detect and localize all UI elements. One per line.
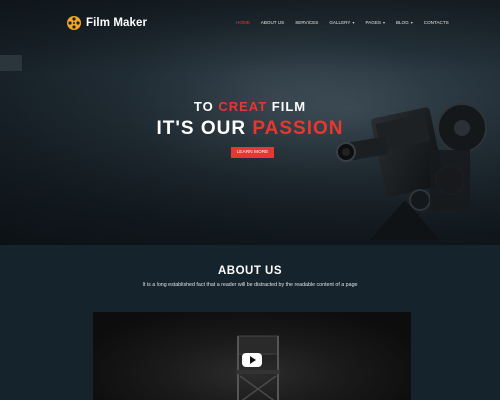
about-title: ABOUT US bbox=[217, 265, 283, 277]
nav-services[interactable]: SERVICES bbox=[295, 20, 318, 25]
chevron-down-icon: ▾ bbox=[410, 20, 413, 25]
play-icon bbox=[250, 356, 256, 364]
hero-title: IT'S OUR PASSION bbox=[0, 118, 500, 140]
nav-label: CONTACTS bbox=[423, 20, 449, 25]
chevron-down-icon: ▾ bbox=[382, 20, 385, 25]
hero-subtitle: TO CREAT FILM bbox=[0, 99, 500, 114]
nav-blog[interactable]: BLOG ▾ bbox=[396, 20, 413, 25]
hero-subtitle-post: FILM bbox=[267, 99, 307, 114]
nav-about-us[interactable]: ABOUT US bbox=[261, 20, 284, 25]
nav-contacts[interactable]: CONTACTS bbox=[424, 20, 449, 25]
hero-title-accent: PASSION bbox=[252, 118, 344, 139]
nav-label: PAGES bbox=[365, 20, 381, 25]
nav-label: GALLERY bbox=[329, 20, 351, 25]
nav-label: BLOG bbox=[395, 20, 409, 25]
hero-title-pre: IT'S OUR bbox=[156, 118, 253, 139]
hero-subtitle-pre: TO bbox=[193, 99, 219, 114]
nav-gallery[interactable]: GALLERY ▾ bbox=[329, 20, 354, 25]
hero-section: Film Maker HOME ABOUT US SERVICES GALLER… bbox=[0, 0, 500, 245]
logo-text: Film Maker bbox=[86, 17, 148, 29]
side-tab[interactable] bbox=[0, 55, 22, 71]
main-nav: HOME ABOUT US SERVICES GALLERY ▾ PAGES ▾ B… bbox=[236, 20, 460, 25]
learn-more-button[interactable]: LEARN MORE bbox=[231, 147, 274, 158]
nav-label: ABOUT US bbox=[260, 20, 285, 25]
film-reel-icon bbox=[67, 16, 81, 30]
about-text: It is a long established fact that a rea… bbox=[142, 282, 358, 288]
nav-label: SERVICES bbox=[295, 20, 319, 25]
chevron-down-icon: ▾ bbox=[352, 20, 355, 25]
nav-label: HOME bbox=[236, 20, 250, 25]
nav-pages[interactable]: PAGES ▾ bbox=[365, 20, 385, 25]
nav-home[interactable]: HOME bbox=[236, 20, 250, 25]
logo[interactable]: Film Maker bbox=[66, 15, 147, 31]
video-player[interactable] bbox=[93, 312, 411, 400]
hero-subtitle-accent: CREAT bbox=[218, 99, 268, 114]
play-button[interactable] bbox=[242, 353, 262, 367]
